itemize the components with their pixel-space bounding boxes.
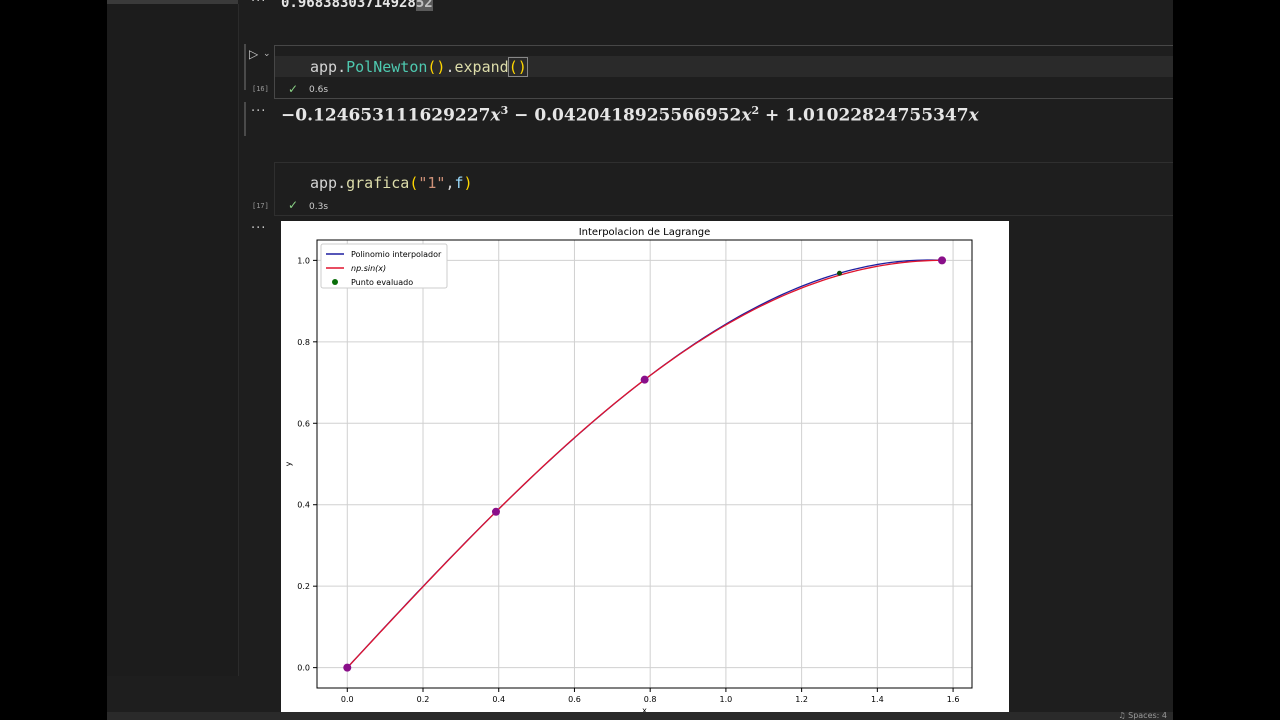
legend-dot-swatch bbox=[332, 279, 338, 285]
y-tick-label: 0.4 bbox=[297, 501, 310, 510]
term-operator: − bbox=[508, 105, 535, 126]
code-cell-16[interactable]: app.PolNewton().expand() bbox=[274, 45, 1173, 99]
expanded-polynomial-output: −0.124653111629227x3 − 0.042041892556695… bbox=[281, 104, 979, 126]
chart-title: Interpolacion de Lagrange bbox=[579, 227, 711, 238]
legend-entry-label: Polinomio interpolador bbox=[351, 250, 442, 259]
x-tick-label: 0.4 bbox=[492, 695, 505, 704]
x-tick-label: 0.6 bbox=[568, 695, 581, 704]
term-coefficient: 0.0420418925566952 bbox=[534, 105, 742, 126]
execution-count: [17] bbox=[252, 202, 269, 210]
y-tick-label: 0.2 bbox=[297, 582, 310, 591]
chart-image: 0.0 0.2 0.4 0.6 0.8 1.0 1.2 1.4 1.6 0.0 0.2 0.4 0.6 0… bbox=[281, 221, 1009, 720]
y-tick-label: 1.0 bbox=[297, 256, 310, 265]
previous-output-value: 0.9683830371492852 bbox=[281, 0, 433, 11]
term-exponent: 2 bbox=[751, 104, 760, 117]
x-tick-label: 0.8 bbox=[644, 695, 657, 704]
interpolation-node-point bbox=[491, 507, 500, 516]
output-ellipsis-icon[interactable]: ··· bbox=[251, 104, 266, 119]
x-tick-label: 1.0 bbox=[720, 695, 733, 704]
term-variable: x bbox=[741, 105, 752, 126]
x-tick-label: 1.4 bbox=[871, 695, 884, 704]
x-tick-label: 1.6 bbox=[947, 695, 960, 704]
run-cell-icon[interactable]: ▷ bbox=[249, 47, 258, 61]
notebook-window: ··· 0.9683830371492852 ▷ ⌄ app.PolNewton… bbox=[107, 0, 1173, 720]
chevron-down-icon[interactable]: ⌄ bbox=[263, 49, 271, 59]
code-cell-17[interactable]: app.grafica("1",f) bbox=[274, 162, 1173, 216]
legend-entry-label: Punto evaluado bbox=[351, 278, 413, 287]
term-operator: + bbox=[759, 105, 786, 126]
term-coefficient: 1.01022824755347 bbox=[785, 105, 969, 126]
term-variable: x bbox=[490, 105, 501, 126]
y-tick-label: 0.6 bbox=[297, 419, 310, 428]
success-check-icon: ✓ bbox=[288, 198, 299, 212]
cell-focus-bar bbox=[244, 44, 246, 90]
chart-background bbox=[281, 221, 1009, 720]
x-tick-label: 1.2 bbox=[795, 695, 808, 704]
y-axis-label: y bbox=[284, 461, 293, 466]
evaluated-point bbox=[836, 270, 842, 276]
execution-time: 0.6s bbox=[309, 85, 329, 95]
status-bar bbox=[107, 712, 1173, 720]
output-ellipsis-icon[interactable]: ··· bbox=[251, 0, 266, 9]
interpolation-node-point bbox=[938, 256, 947, 265]
execution-time: 0.3s bbox=[309, 202, 329, 212]
x-tick-label: 0.2 bbox=[417, 695, 430, 704]
output-ellipsis-icon[interactable]: ··· bbox=[251, 221, 266, 236]
output-value-highlight: 52 bbox=[415, 0, 433, 11]
y-tick-label: 0.8 bbox=[297, 338, 310, 347]
success-check-icon: ✓ bbox=[288, 82, 299, 96]
code-line[interactable]: app.PolNewton().expand() bbox=[310, 57, 528, 77]
y-tick-label: 0.0 bbox=[297, 664, 310, 673]
code-line[interactable]: app.grafica("1",f) bbox=[310, 174, 473, 192]
x-tick-label: 0.0 bbox=[341, 695, 354, 704]
execution-count: [16] bbox=[252, 85, 269, 93]
left-sidebar-panel bbox=[107, 4, 239, 676]
output-focus-bar bbox=[244, 102, 246, 136]
interpolation-node-point bbox=[343, 663, 352, 672]
output-value-text: 0.96838303714928 bbox=[281, 0, 416, 11]
interpolation-node-point bbox=[640, 375, 649, 384]
status-bar-text: ♫ Spaces: 4 bbox=[1118, 711, 1167, 720]
term-variable: x bbox=[968, 105, 979, 126]
legend-entry-label: np.sin(x) bbox=[351, 264, 386, 273]
term-coefficient: −0.124653111629227 bbox=[281, 105, 491, 126]
